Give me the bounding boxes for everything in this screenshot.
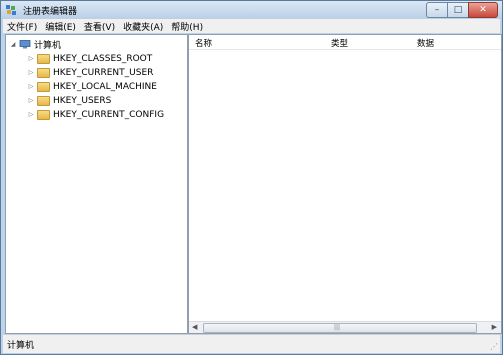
folder-icon <box>37 81 50 92</box>
resize-grip-icon[interactable]: ⋰ <box>490 342 498 351</box>
tree-item-label: HKEY_CURRENT_USER <box>53 67 154 78</box>
registry-editor-window: 注册表编辑器 – □ ✕ 文件(F) 编辑(E) 查看(V) 收藏夹(A) 帮助… <box>0 0 503 355</box>
collapse-arrow-icon[interactable]: ◢ <box>9 41 17 48</box>
maximize-button[interactable]: □ <box>447 2 468 18</box>
key-tree-pane[interactable]: ◢ 计算机 ▷ HKEY_CLASSES_ROOT ▷ HKEY_CURRENT… <box>5 34 188 334</box>
status-path: 计算机 <box>7 341 35 351</box>
close-button[interactable]: ✕ <box>468 2 498 18</box>
horizontal-scrollbar[interactable]: ◀ ||| ▶ <box>189 321 501 333</box>
column-header-name[interactable]: 名称 <box>195 37 212 49</box>
tree-item-hkey-users[interactable]: ▷ HKEY_USERS <box>27 94 111 107</box>
scrollbar-thumb[interactable]: ||| <box>203 323 477 333</box>
menu-view[interactable]: 查看(V) <box>80 20 119 33</box>
tree-item-computer[interactable]: ◢ 计算机 <box>9 38 61 51</box>
values-list-pane[interactable]: 名称 类型 数据 ◀ ||| ▶ <box>188 34 502 334</box>
folder-icon <box>37 95 50 106</box>
menu-edit[interactable]: 编辑(E) <box>41 20 80 33</box>
minimize-icon: – <box>434 5 440 15</box>
menu-bar: 文件(F) 编辑(E) 查看(V) 收藏夹(A) 帮助(H) <box>3 19 500 33</box>
computer-icon <box>19 40 31 49</box>
tree-item-label: 计算机 <box>34 41 62 51</box>
scroll-right-icon[interactable]: ▶ <box>492 323 497 331</box>
expand-arrow-icon[interactable]: ▷ <box>27 55 35 62</box>
tree-item-hkey-current-config[interactable]: ▷ HKEY_CURRENT_CONFIG <box>27 108 164 121</box>
tree-item-hkey-current-user[interactable]: ▷ HKEY_CURRENT_USER <box>27 66 153 79</box>
folder-icon <box>37 53 50 64</box>
folder-icon <box>37 109 50 120</box>
tree-item-hkey-local-machine[interactable]: ▷ HKEY_LOCAL_MACHINE <box>27 80 157 93</box>
folder-icon <box>37 67 50 78</box>
expand-arrow-icon[interactable]: ▷ <box>27 69 35 76</box>
column-header-type[interactable]: 类型 <box>331 37 348 49</box>
expand-arrow-icon[interactable]: ▷ <box>27 97 35 104</box>
tree-item-label: HKEY_LOCAL_MACHINE <box>53 81 157 92</box>
column-header-data[interactable]: 数据 <box>417 37 434 49</box>
window-title: 注册表编辑器 <box>23 7 78 17</box>
tree-item-label: HKEY_CLASSES_ROOT <box>53 53 153 64</box>
tree-item-label: HKEY_USERS <box>53 95 112 106</box>
menu-file[interactable]: 文件(F) <box>3 20 41 33</box>
tree-item-hkey-classes-root[interactable]: ▷ HKEY_CLASSES_ROOT <box>27 52 152 65</box>
close-icon: ✕ <box>479 5 487 15</box>
menu-favorites[interactable]: 收藏夹(A) <box>119 20 167 33</box>
expand-arrow-icon[interactable]: ▷ <box>27 83 35 90</box>
minimize-button[interactable]: – <box>426 2 447 18</box>
tree-item-label: HKEY_CURRENT_CONFIG <box>53 109 165 120</box>
status-bar: 计算机 ⋰ <box>3 334 500 353</box>
maximize-icon: □ <box>453 5 463 15</box>
scrollbar-grip-icon: ||| <box>334 324 341 331</box>
column-header-row: 名称 类型 数据 <box>189 35 501 50</box>
menu-help[interactable]: 帮助(H) <box>167 20 207 33</box>
scroll-left-icon[interactable]: ◀ <box>192 323 197 331</box>
expand-arrow-icon[interactable]: ▷ <box>27 111 35 118</box>
registry-editor-icon <box>6 5 16 15</box>
title-bar[interactable]: 注册表编辑器 – □ ✕ <box>1 1 502 19</box>
